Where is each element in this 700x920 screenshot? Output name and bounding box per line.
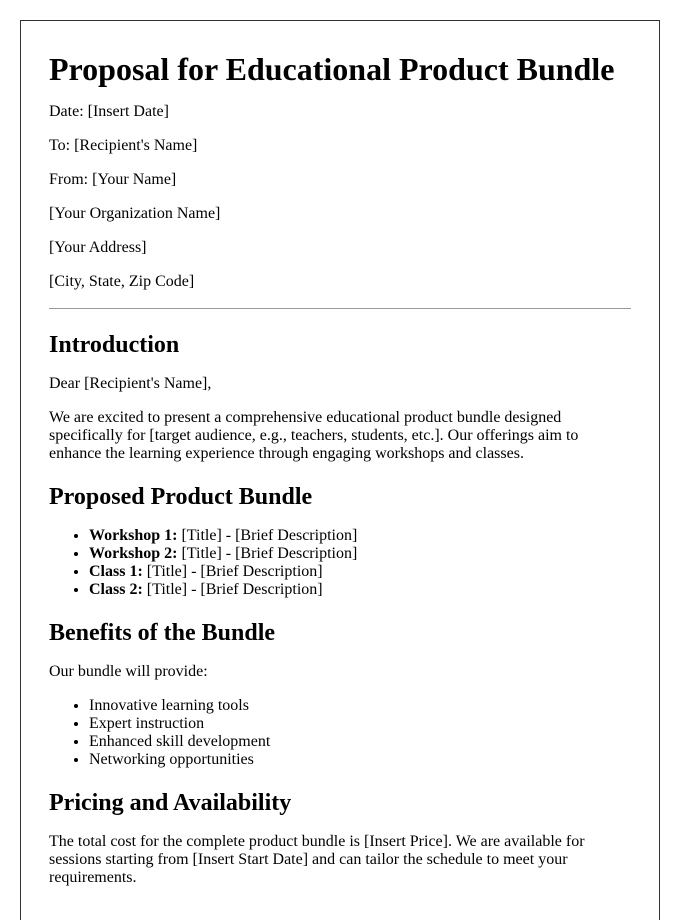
bundle-item-label: Class 1: [89,563,143,580]
pricing-body: The total cost for the complete product … [49,833,585,886]
pricing-heading: Pricing and Availability [49,790,292,816]
from-field: From: [Your Name] [49,171,177,188]
benefit-item: Innovative learning tools [89,697,631,715]
benefits-list: Innovative learning tools Expert instruc… [49,697,631,769]
date-field: Date: [Insert Date] [49,103,169,120]
bundle-item: Workshop 1: [Title] - [Brief Description… [89,527,631,545]
bundle-item-label: Workshop 1: [89,527,178,544]
bundle-item: Class 1: [Title] - [Brief Description] [89,563,631,581]
bundle-heading: Proposed Product Bundle [49,484,313,510]
bundle-item: Class 2: [Title] - [Brief Description] [89,581,631,599]
to-field: To: [Recipient's Name] [49,137,198,154]
bundle-item-text: [Title] - [Brief Description] [142,563,323,580]
bundle-item-label: Workshop 2: [89,545,178,562]
bundle-list: Workshop 1: [Title] - [Brief Description… [49,527,631,599]
benefit-item: Networking opportunities [89,751,631,769]
bundle-item: Workshop 2: [Title] - [Brief Description… [89,545,631,563]
address-field: [Your Address] [49,239,147,256]
document-page: Proposal for Educational Product Bundle … [20,20,660,920]
document-title: Proposal for Educational Product Bundle [49,51,615,87]
salutation: Dear [Recipient's Name], [49,375,212,392]
benefit-item: Enhanced skill development [89,733,631,751]
introduction-body: We are excited to present a comprehensiv… [49,409,579,462]
city-state-zip-field: [City, State, Zip Code] [49,273,195,290]
header-divider [49,308,631,309]
benefit-item: Expert instruction [89,715,631,733]
benefits-lead: Our bundle will provide: [49,663,208,680]
bundle-item-text: [Title] - [Brief Description] [177,545,358,562]
bundle-item-text: [Title] - [Brief Description] [177,527,358,544]
bundle-item-label: Class 2: [89,581,143,598]
benefits-heading: Benefits of the Bundle [49,620,276,646]
organization-field: [Your Organization Name] [49,205,221,222]
header-fields: Date: [Insert Date] To: [Recipient's Nam… [49,103,631,291]
introduction-heading: Introduction [49,332,180,358]
bundle-item-text: [Title] - [Brief Description] [142,581,323,598]
